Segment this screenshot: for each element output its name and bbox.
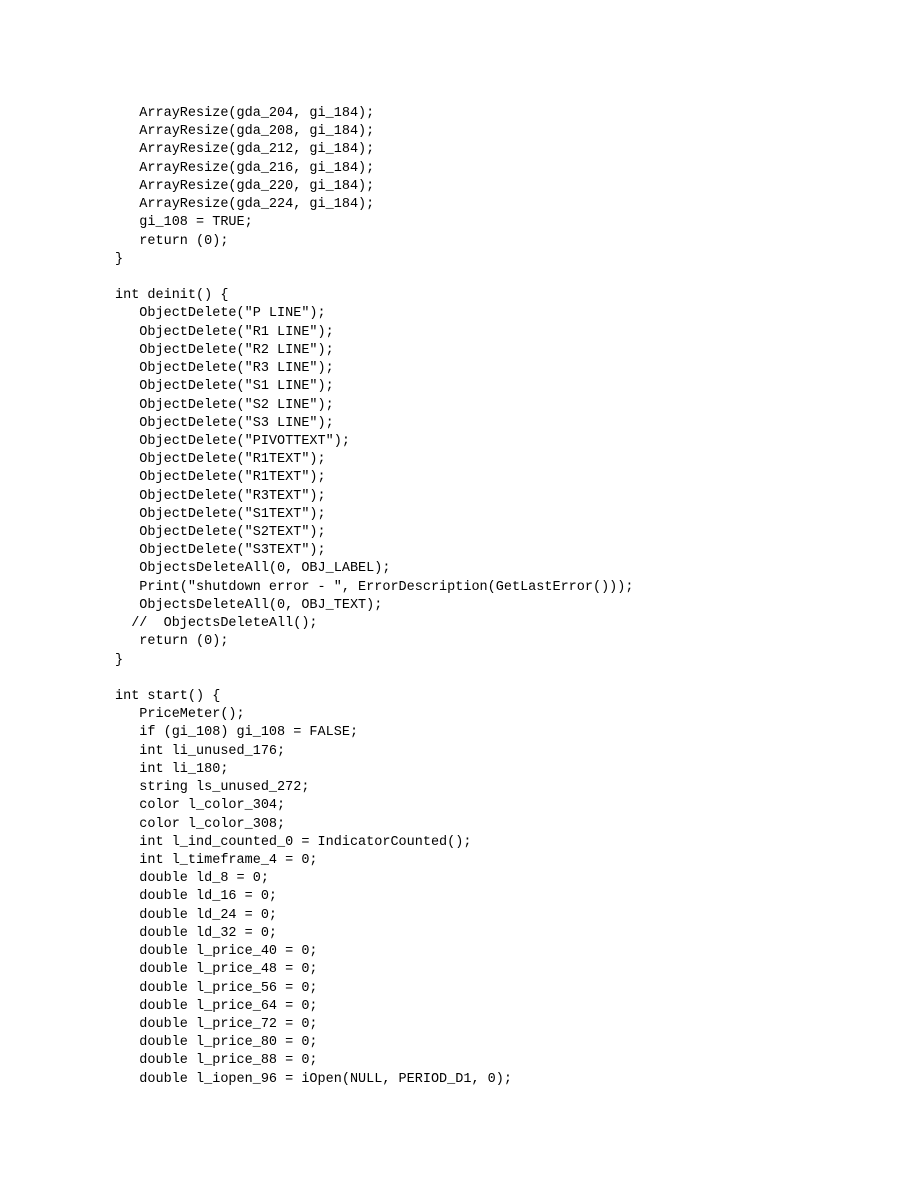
code-block: ArrayResize(gda_204, gi_184); ArrayResiz… — [115, 105, 920, 1089]
